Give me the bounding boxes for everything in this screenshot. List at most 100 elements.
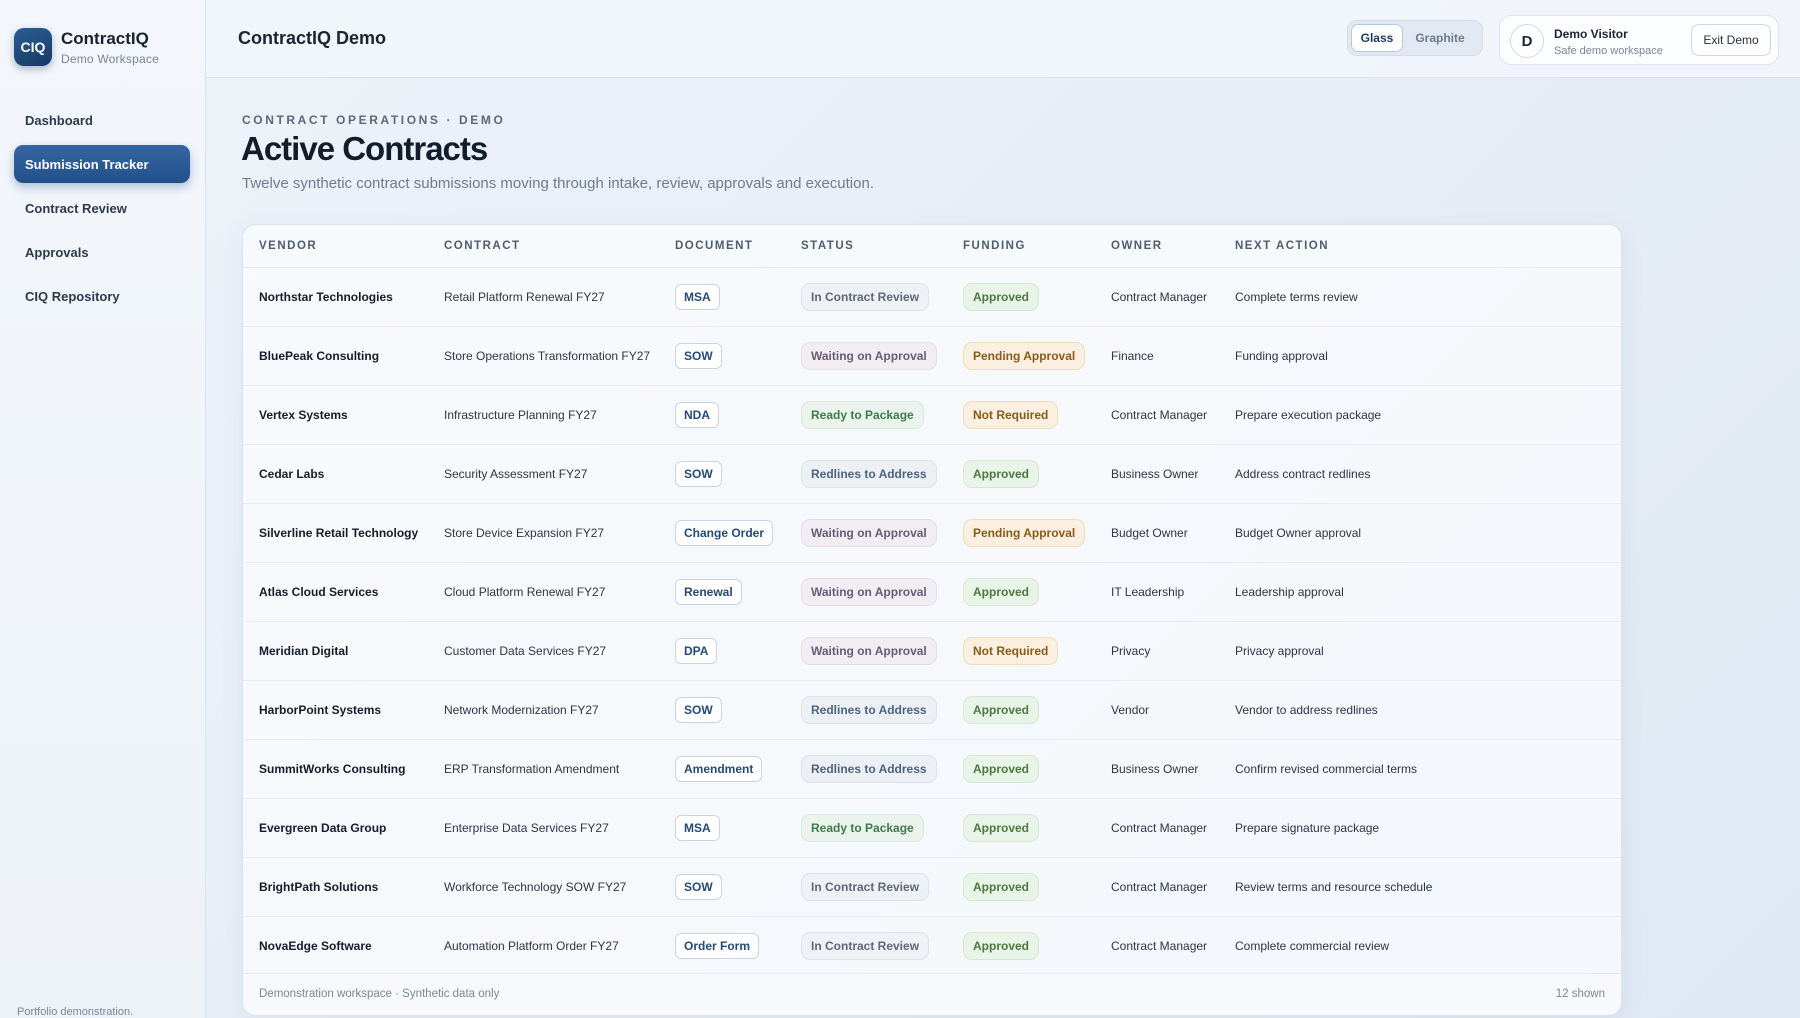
- funding-badge: Not Required: [963, 400, 1059, 429]
- sidebar-item-ciq-repository[interactable]: CIQ Repository: [14, 277, 190, 315]
- funding-badge: Approved: [963, 695, 1040, 724]
- owner-cell: Contract Manager: [1095, 916, 1219, 976]
- document-chip[interactable]: DPA: [675, 637, 718, 664]
- vendor-cell: BrightPath Solutions: [243, 857, 428, 917]
- document-chip[interactable]: Change Order: [675, 519, 774, 546]
- status-cell: Waiting on Approval: [785, 503, 947, 563]
- funding-badge: Approved: [963, 282, 1040, 311]
- table-row[interactable]: Vertex Systems Infrastructure Planning FY…: [243, 385, 1621, 445]
- column-header-document[interactable]: DOCUMENT: [659, 225, 785, 268]
- document-cell: MSA: [659, 798, 785, 858]
- contract-cell: Security Assessment FY27: [428, 444, 659, 504]
- document-chip[interactable]: SOW: [675, 873, 722, 900]
- status-badge: Redlines to Address: [801, 459, 937, 488]
- document-chip[interactable]: Order Form: [675, 932, 760, 959]
- status-cell: Redlines to Address: [785, 680, 947, 740]
- status-cell: Redlines to Address: [785, 444, 947, 504]
- user-name: Demo Visitor: [1554, 27, 1628, 41]
- column-header-vendor[interactable]: VENDOR: [243, 225, 428, 268]
- table-row[interactable]: BrightPath Solutions Workforce Technology…: [243, 857, 1621, 917]
- next-action-cell: Leadership approval: [1219, 562, 1621, 622]
- owner-cell: Business Owner: [1095, 444, 1219, 504]
- vendor-cell: NovaEdge Software: [243, 916, 428, 976]
- document-chip[interactable]: SOW: [675, 342, 722, 369]
- avatar[interactable]: D: [1510, 24, 1544, 58]
- user-subtitle: Safe demo workspace: [1554, 45, 1663, 57]
- table-row[interactable]: Northstar Technologies Retail Platform Re…: [243, 267, 1621, 327]
- table-row[interactable]: HarborPoint Systems Network Modernization…: [243, 680, 1621, 740]
- funding-cell: Approved: [947, 680, 1095, 740]
- column-header-status[interactable]: STATUS: [785, 225, 947, 268]
- table-row[interactable]: BluePeak Consulting Store Operations Tran…: [243, 326, 1621, 386]
- table-row[interactable]: Silverline Retail Technology Store Device…: [243, 503, 1621, 563]
- document-chip[interactable]: Renewal: [675, 578, 742, 605]
- document-chip[interactable]: SOW: [675, 696, 722, 723]
- funding-badge: Approved: [963, 577, 1040, 606]
- status-badge: In Contract Review: [801, 931, 930, 960]
- contract-cell: Workforce Technology SOW FY27: [428, 857, 659, 917]
- column-header-next-action[interactable]: NEXT ACTION: [1219, 225, 1621, 268]
- app-title: ContractIQ Demo: [238, 28, 387, 48]
- status-badge: Redlines to Address: [801, 754, 937, 783]
- user-card: D Demo Visitor Safe demo workspace Exit …: [1499, 15, 1779, 65]
- status-badge: Waiting on Approval: [801, 518, 937, 547]
- sidebar-item-dashboard[interactable]: Dashboard: [14, 101, 190, 139]
- status-badge: Ready to Package: [801, 400, 924, 429]
- document-cell: Renewal: [659, 562, 785, 622]
- status-badge: Waiting on Approval: [801, 341, 937, 370]
- brand-subtitle: Demo Workspace: [61, 51, 159, 66]
- contract-cell: Enterprise Data Services FY27: [428, 798, 659, 858]
- brand[interactable]: CIQ ContractIQ Demo Workspace: [14, 28, 159, 66]
- funding-cell: Not Required: [947, 385, 1095, 445]
- next-action-cell: Confirm revised commercial terms: [1219, 739, 1621, 799]
- next-action-cell: Complete terms review: [1219, 267, 1621, 327]
- table-row[interactable]: Cedar Labs Security Assessment FY27 SOW Red…: [243, 444, 1621, 504]
- theme-option-glass[interactable]: Glass: [1351, 24, 1403, 52]
- funding-cell: Approved: [947, 857, 1095, 917]
- table-row[interactable]: SummitWorks Consulting ERP Transformation…: [243, 739, 1621, 799]
- document-chip[interactable]: MSA: [675, 814, 720, 841]
- owner-cell: Budget Owner: [1095, 503, 1219, 563]
- sidebar-item-approvals[interactable]: Approvals: [14, 233, 190, 271]
- next-action-cell: Budget Owner approval: [1219, 503, 1621, 563]
- next-action-cell: Address contract redlines: [1219, 444, 1621, 504]
- vendor-cell: Silverline Retail Technology: [243, 503, 428, 563]
- table-row[interactable]: NovaEdge Software Automation Platform Ord…: [243, 916, 1621, 976]
- document-cell: NDA: [659, 385, 785, 445]
- status-badge: In Contract Review: [801, 282, 930, 311]
- column-header-contract[interactable]: CONTRACT: [428, 225, 659, 268]
- owner-cell: Contract Manager: [1095, 267, 1219, 327]
- row-count: 12 shown: [1555, 988, 1605, 1000]
- owner-cell: IT Leadership: [1095, 562, 1219, 622]
- sidebar-item-submission-tracker[interactable]: Submission Tracker: [14, 145, 190, 183]
- table-header-row: VENDOR CONTRACT DOCUMENT STATUS FUNDING …: [243, 225, 1621, 268]
- document-cell: MSA: [659, 267, 785, 327]
- document-cell: Order Form: [659, 916, 785, 976]
- document-cell: SOW: [659, 680, 785, 740]
- table-row[interactable]: Atlas Cloud Services Cloud Platform Renew…: [243, 562, 1621, 622]
- theme-toggle: Glass Graphite: [1347, 20, 1483, 56]
- funding-badge: Approved: [963, 931, 1040, 960]
- column-header-owner[interactable]: OWNER: [1095, 225, 1219, 268]
- sidebar: CIQ ContractIQ Demo Workspace Dashboard …: [0, 0, 206, 1018]
- theme-option-graphite[interactable]: Graphite: [1403, 24, 1477, 52]
- table-row[interactable]: Evergreen Data Group Enterprise Data Serv…: [243, 798, 1621, 858]
- contract-cell: Infrastructure Planning FY27: [428, 385, 659, 445]
- document-chip[interactable]: Amendment: [675, 755, 763, 782]
- status-badge: Waiting on Approval: [801, 636, 937, 665]
- status-cell: Ready to Package: [785, 798, 947, 858]
- table-row[interactable]: Meridian Digital Customer Data Services F…: [243, 621, 1621, 681]
- sidebar-item-contract-review[interactable]: Contract Review: [14, 189, 190, 227]
- column-header-funding[interactable]: FUNDING: [947, 225, 1095, 268]
- document-cell: SOW: [659, 857, 785, 917]
- document-chip[interactable]: NDA: [675, 401, 719, 428]
- funding-badge: Approved: [963, 754, 1040, 783]
- status-cell: In Contract Review: [785, 267, 947, 327]
- status-badge: Ready to Package: [801, 813, 924, 842]
- document-chip[interactable]: SOW: [675, 460, 722, 487]
- next-action-cell: Prepare signature package: [1219, 798, 1621, 858]
- exit-demo-button[interactable]: Exit Demo: [1691, 24, 1771, 56]
- funding-cell: Approved: [947, 739, 1095, 799]
- status-badge: Redlines to Address: [801, 695, 937, 724]
- document-chip[interactable]: MSA: [675, 283, 720, 310]
